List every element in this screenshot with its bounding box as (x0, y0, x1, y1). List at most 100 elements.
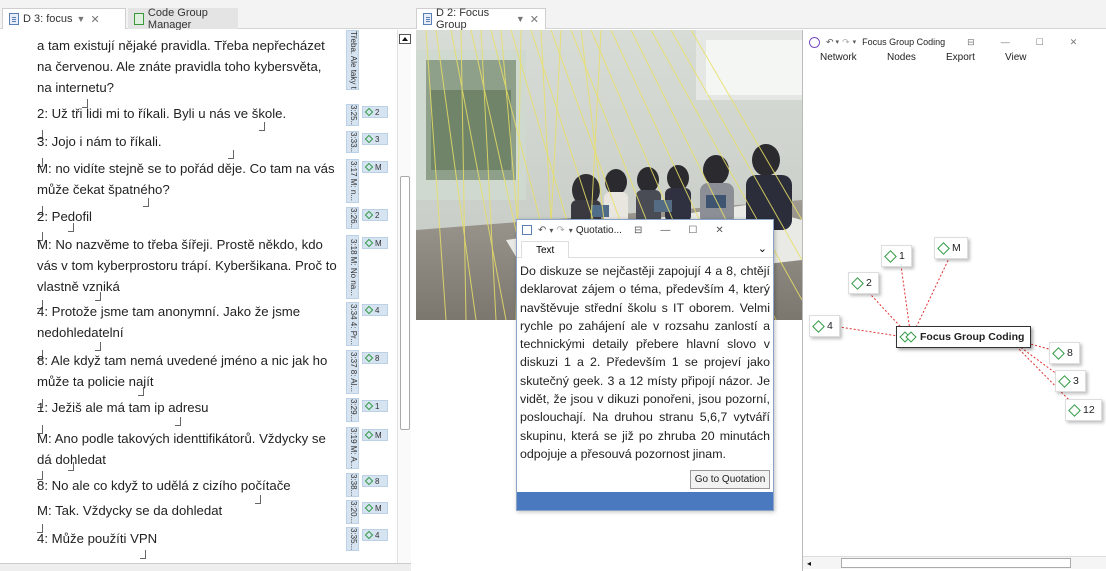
maximize-icon[interactable]: ☐ (688, 225, 697, 236)
paragraph[interactable]: 4: Může použíti VPN (37, 528, 337, 549)
code-node-2[interactable]: 2 (848, 272, 879, 294)
quick-access-icon[interactable]: ▾ (569, 226, 573, 235)
margin-code-m[interactable]: M (362, 237, 388, 249)
margin-quotation-label[interactable]: 3:26... (346, 207, 359, 229)
close-icon[interactable]: ✕ (715, 225, 723, 236)
paragraph[interactable]: M: Ano podle takových identtifikátorů. V… (37, 428, 337, 470)
pin-icon[interactable]: ⊟ (967, 37, 975, 48)
chevron-down-icon[interactable]: ▼ (77, 14, 86, 24)
go-to-quotation-button[interactable]: Go to Quotation (690, 470, 770, 489)
paragraph[interactable]: M: No nazvěme to třeba šířeji. Prostě ně… (37, 234, 337, 297)
menu-view[interactable]: View (1005, 52, 1027, 63)
tab-d3-focus[interactable]: D 3: focus ▼ ✕ (2, 8, 126, 29)
code-node-3[interactable]: 3 (1055, 370, 1086, 392)
code-icon (364, 430, 374, 440)
minimize-icon[interactable]: — (1001, 37, 1010, 47)
undo-icon[interactable]: ↶ (826, 37, 834, 48)
network-titlebar[interactable]: ↶ ▾ ↷ ▾ Focus Group Coding ⊟ — ☐ ✕ (803, 34, 1106, 50)
tab-d2-focus-group[interactable]: D 2: Focus Group ▼ ✕ (416, 7, 546, 31)
margin-code-1[interactable]: 1 (362, 400, 388, 412)
document-text-pane[interactable]: a tam existují nějaké pravidla. Třeba ne… (0, 30, 339, 565)
quotation-bracket (138, 387, 144, 396)
quotation-bracket (95, 292, 101, 301)
code-node-1[interactable]: 1 (881, 245, 912, 267)
tab-text[interactable]: Text (521, 241, 570, 258)
code-node-12[interactable]: 12 (1065, 399, 1102, 421)
margin-code-m[interactable]: M (362, 502, 388, 514)
margin-quotation-label[interactable]: 3:17 M: n... (346, 159, 359, 203)
paragraph[interactable]: 3: Jojo i nám to říkali. (37, 131, 337, 152)
dropdown-icon[interactable]: ▾ (836, 38, 840, 46)
margin-code-4[interactable]: 4 (362, 304, 388, 316)
quotation-title: Quotatio... (575, 224, 622, 236)
margin-quotation-label[interactable]: 3:18 M: No na... (346, 235, 359, 299)
menu-export[interactable]: Export (946, 52, 975, 63)
paragraph[interactable]: 2: Už tři lidi mi to říkali. Byli u nás … (37, 103, 337, 124)
margin-quotation-label[interactable]: 3:37 8: Al... (346, 350, 359, 394)
menu-network[interactable]: Network (820, 52, 857, 63)
network-menu: Network Nodes Export View (803, 52, 1106, 67)
scroll-left-icon[interactable]: ◂ (807, 559, 811, 568)
paragraph[interactable]: 2: Pedofil (37, 206, 337, 227)
code-icon (1058, 374, 1071, 388)
margin-code-4[interactable]: 4 (362, 529, 388, 541)
scroll-up-icon[interactable] (399, 34, 411, 44)
margin-quotation-label[interactable]: 3:34 4: Pr... (346, 302, 359, 346)
pin-icon[interactable]: ⊟ (634, 225, 642, 236)
scrollbar-thumb[interactable] (400, 176, 410, 430)
quotation-titlebar[interactable]: ↶ ▾ ↷ ▾ Quotatio... ⊟ — ☐ ✕ (517, 220, 773, 240)
chevron-down-icon[interactable]: ▼ (516, 14, 525, 24)
code-group-icon (899, 331, 917, 343)
margin-code-8[interactable]: 8 (362, 475, 388, 487)
network-horizontal-scrollbar[interactable]: ◂ (803, 556, 1106, 569)
margin-quotation-label[interactable]: 3:38... (346, 473, 359, 497)
quotation-bracket (259, 122, 265, 131)
code-icon (364, 162, 374, 172)
close-icon[interactable]: ✕ (530, 13, 539, 26)
redo-icon[interactable]: ↷ (556, 225, 564, 236)
redo-icon[interactable]: ↷ (842, 37, 850, 48)
dropdown-icon[interactable]: ▾ (549, 226, 553, 235)
quick-access-icon[interactable]: ▾ (853, 38, 857, 46)
paragraph[interactable]: a tam existují nějaké pravidla. Třeba ne… (37, 35, 337, 98)
code-node-8[interactable]: 8 (1049, 342, 1080, 364)
margin-code-2[interactable]: 2 (362, 209, 388, 221)
code-group-node-focus-group-coding[interactable]: Focus Group Coding (896, 326, 1032, 348)
margin-code-m[interactable]: M (362, 161, 388, 173)
margin-code-3[interactable]: 3 (362, 133, 388, 145)
code-node-m[interactable]: M (934, 237, 968, 259)
close-icon[interactable]: ✕ (90, 13, 99, 26)
close-icon[interactable]: ✕ (1070, 37, 1078, 48)
paragraph[interactable]: 8: No ale co když to udělá z cizího počí… (37, 475, 337, 496)
margin-quotation-label[interactable]: 3:33... (346, 131, 359, 153)
tab-code-group-manager[interactable]: Code Group Manager (128, 7, 238, 31)
margin-code-8[interactable]: 8 (362, 352, 388, 364)
quotation-text[interactable]: Do diskuze se nejčastěji zapojují 4 a 8,… (520, 262, 770, 463)
margin-quotation-label[interactable]: 3:20... (346, 500, 359, 524)
margin-quotation-label[interactable]: 3:29... (346, 398, 359, 422)
code-icon (851, 276, 864, 290)
paragraph[interactable]: 4: Protože jsme tam anonymní. Jako že js… (37, 301, 337, 343)
maximize-icon[interactable]: ☐ (1036, 37, 1044, 48)
quotation-window[interactable]: ↶ ▾ ↷ ▾ Quotatio... ⊟ — ☐ ✕ Text ⌄ Do di… (516, 219, 774, 511)
menu-nodes[interactable]: Nodes (887, 52, 916, 63)
vertical-scrollbar[interactable] (397, 30, 411, 565)
paragraph[interactable]: 1: Ježiš ale má tam ip adresu (37, 397, 337, 418)
minimize-icon[interactable]: — (660, 225, 670, 236)
paragraph[interactable]: M: no vidíte stejně se to pořád děje. Co… (37, 158, 337, 200)
horizontal-scrollbar[interactable] (0, 563, 411, 571)
margin-quotation-label[interactable]: 3:19 M: A... (346, 427, 359, 469)
chevron-down-icon[interactable]: ⌄ (758, 242, 767, 255)
margin-quotation-label[interactable]: 3:35... (346, 527, 359, 551)
margin-code-2[interactable]: 2 (362, 106, 388, 118)
network-panel[interactable]: ↶ ▾ ↷ ▾ Focus Group Coding ⊟ — ☐ ✕ Netwo… (802, 30, 1106, 571)
margin-code-m[interactable]: M (362, 429, 388, 441)
code-icon (364, 503, 374, 513)
paragraph[interactable]: 8: Ale když tam nemá uvedené jméno a nic… (37, 350, 337, 392)
undo-icon[interactable]: ↶ (538, 225, 546, 236)
scrollbar-thumb[interactable] (841, 558, 1071, 568)
code-node-4[interactable]: 4 (809, 315, 840, 337)
margin-quotation-label[interactable]: 3:25... (346, 104, 359, 126)
margin-quotation-label[interactable]: Třeba. Ale taky t... (346, 30, 359, 90)
paragraph[interactable]: M: Tak. Vždycky se da dohledat (37, 500, 337, 521)
